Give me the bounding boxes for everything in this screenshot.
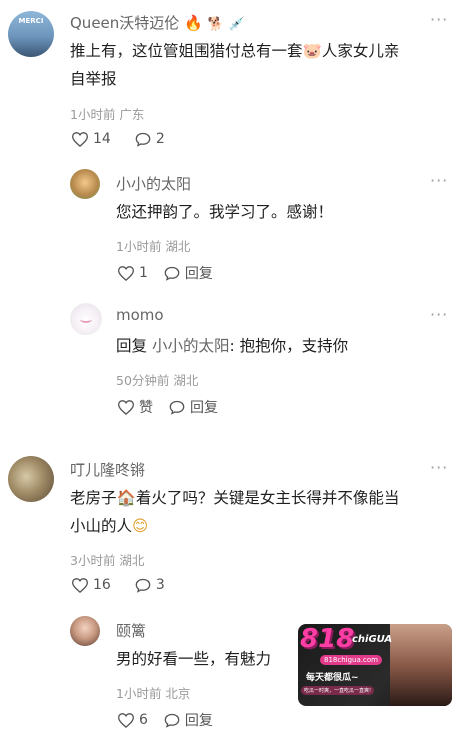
comment-actions: 14 2 bbox=[72, 131, 189, 147]
heart-icon bbox=[118, 265, 134, 281]
heart-icon bbox=[72, 131, 88, 147]
more-options-button[interactable]: ··· bbox=[430, 10, 448, 29]
comment-bubble-icon bbox=[164, 713, 180, 728]
like-label: 赞 bbox=[139, 400, 153, 416]
comment-meta: 1小时前 北京 bbox=[116, 686, 191, 701]
avatar-xiaoxiao[interactable] bbox=[70, 169, 100, 199]
reply-button[interactable]: 2 bbox=[135, 131, 165, 147]
commenter-name[interactable]: 颐篱 bbox=[116, 620, 146, 641]
watermark-banner[interactable]: 818 chiGUA 818chigua.com 每天都很瓜~ 吃瓜一时爽，一直… bbox=[298, 624, 452, 706]
like-button[interactable]: 14 bbox=[72, 131, 111, 147]
fire-icon: 🔥 bbox=[184, 14, 203, 32]
comment-text: 推上有，这位管姐围猎付总有一套🐷人家女儿亲 自举报 bbox=[70, 37, 450, 93]
comment-meta: 1小时前 广东 bbox=[70, 107, 145, 122]
house-icon: 🏠 bbox=[116, 489, 136, 507]
reply-label: 回复 bbox=[184, 713, 213, 729]
smiling-face-icon: 😊 bbox=[132, 517, 149, 535]
comment-bubble-icon bbox=[169, 400, 185, 415]
pig-face-icon: 🐷 bbox=[302, 42, 322, 60]
comment-actions: 1 回复 bbox=[118, 263, 237, 283]
syringe-icon: 💉 bbox=[228, 17, 245, 32]
like-count: 6 bbox=[139, 712, 148, 728]
reply-button[interactable]: 回复 bbox=[164, 263, 213, 283]
comment-bubble-icon bbox=[135, 132, 151, 147]
reply-button[interactable]: 回复 bbox=[169, 397, 218, 417]
commenter-name[interactable]: Queen沃特迈伦 🔥 🐕 💉 bbox=[70, 12, 245, 33]
cat-face-icon bbox=[80, 316, 92, 323]
dog-icon: 🐕 bbox=[207, 17, 224, 32]
more-options-button[interactable]: ··· bbox=[430, 458, 448, 477]
reply-label: 回复 bbox=[184, 266, 213, 282]
comment-bubble-icon bbox=[135, 578, 151, 593]
comment-text: 回复 小小的太阳: 抱抱你，支持你 bbox=[116, 337, 349, 355]
comment-text: 您还押韵了。我学习了。感谢！ bbox=[116, 203, 334, 221]
heart-icon bbox=[118, 399, 134, 415]
comment-meta: 50分钟前 湖北 bbox=[116, 373, 199, 388]
like-count: 1 bbox=[139, 265, 148, 281]
watermark-logo: 818 bbox=[300, 624, 355, 654]
reply-count: 2 bbox=[155, 131, 165, 147]
comment-text: 老房子🏠着火了吗？关键是女主长得并不像能当 小山的人😊 bbox=[70, 484, 454, 540]
avatar-momo[interactable] bbox=[70, 303, 102, 335]
like-button[interactable]: 6 bbox=[118, 712, 148, 728]
like-button[interactable]: 16 bbox=[72, 577, 111, 593]
avatar-yili[interactable] bbox=[70, 616, 100, 646]
comment-meta: 3小时前 湖北 bbox=[70, 553, 145, 568]
comment-actions: 16 3 bbox=[72, 577, 189, 593]
commenter-name[interactable]: momo bbox=[116, 306, 164, 324]
reply-button[interactable]: 3 bbox=[135, 577, 165, 593]
like-count: 14 bbox=[93, 131, 111, 147]
commenter-name[interactable]: 叮儿隆咚锵 bbox=[70, 459, 145, 480]
like-count: 16 bbox=[93, 577, 111, 593]
reply-button[interactable]: 回复 bbox=[164, 710, 213, 730]
comment-actions: 赞 回复 bbox=[118, 397, 242, 417]
reply-label: 回复 bbox=[190, 400, 218, 416]
comment-bubble-icon bbox=[164, 266, 180, 281]
watermark-photo bbox=[390, 624, 452, 706]
more-options-button[interactable]: ··· bbox=[430, 171, 448, 190]
commenter-name[interactable]: 小小的太阳 bbox=[116, 173, 191, 194]
watermark-slogan: 每天都很瓜~ bbox=[306, 673, 359, 683]
watermark-site: 818chigua.com bbox=[320, 655, 382, 665]
reply-target-link[interactable]: 小小的太阳 bbox=[152, 337, 230, 355]
avatar-queen[interactable]: MERCI bbox=[8, 11, 54, 57]
comment-actions: 6 回复 bbox=[118, 710, 237, 730]
reply-count: 3 bbox=[155, 577, 165, 593]
heart-icon bbox=[118, 712, 134, 728]
like-button[interactable]: 赞 bbox=[118, 397, 153, 417]
like-button[interactable]: 1 bbox=[118, 265, 148, 281]
comment-text: 男的好看一些，有魅力 bbox=[116, 650, 272, 668]
watermark-tag: 吃瓜一时爽，一直吃瓜一直爽! bbox=[301, 686, 375, 695]
comment-meta: 1小时前 湖北 bbox=[116, 239, 191, 254]
watermark-logo-sub: chiGUA bbox=[352, 634, 393, 645]
avatar-dinger[interactable] bbox=[8, 456, 54, 502]
more-options-button[interactable]: ··· bbox=[430, 305, 448, 324]
avatar-label: MERCI bbox=[18, 17, 44, 25]
heart-icon bbox=[72, 577, 88, 593]
